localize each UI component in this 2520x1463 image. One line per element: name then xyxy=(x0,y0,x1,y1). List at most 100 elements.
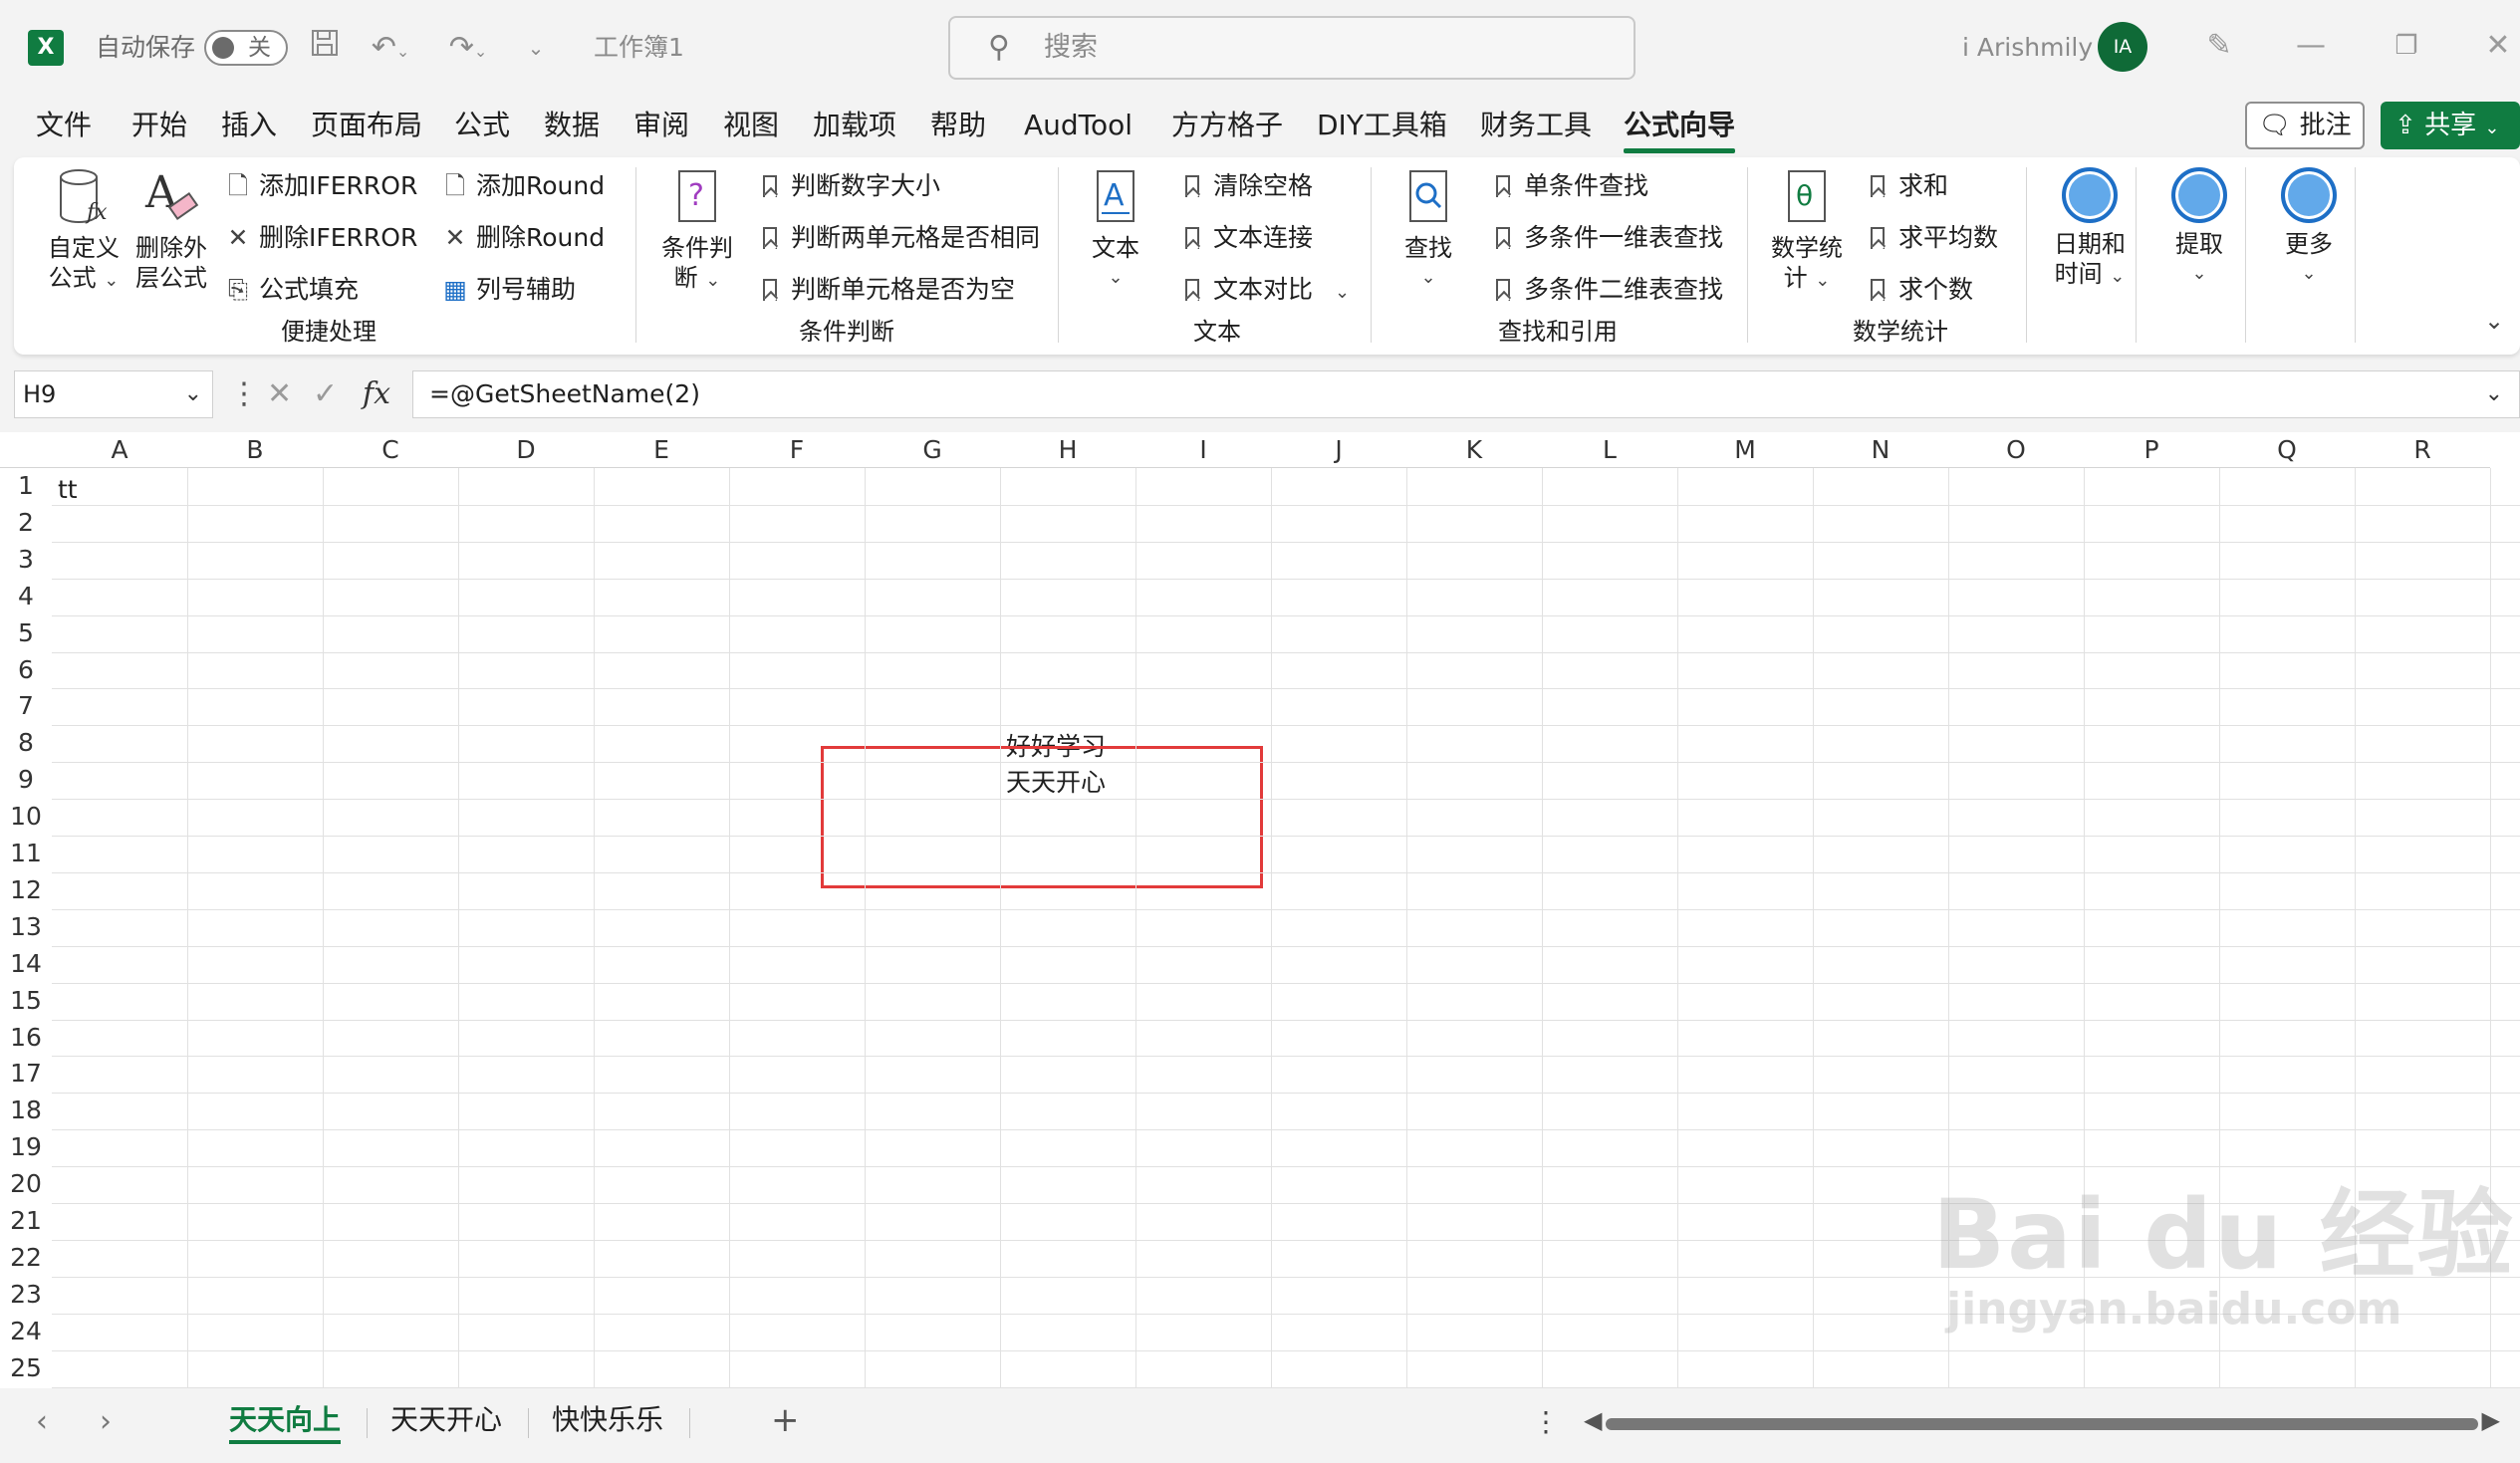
user-name[interactable]: i Arishmily xyxy=(1962,30,2093,66)
row-header-10[interactable]: 10 xyxy=(0,799,52,836)
row-header-15[interactable]: 15 xyxy=(0,982,52,1020)
sum-button[interactable]: 求和 xyxy=(1863,169,1948,203)
select-all-corner[interactable] xyxy=(0,432,52,468)
row-header-5[interactable]: 5 xyxy=(0,614,52,652)
row-header-25[interactable]: 25 xyxy=(0,1349,52,1387)
scrollbar-thumb[interactable] xyxy=(1606,1418,2478,1430)
tab-data[interactable]: 数据 xyxy=(544,106,600,145)
tab-formula-wizard[interactable]: 公式向导 xyxy=(1624,106,1736,153)
judge-cells-same-button[interactable]: 判断两单元格是否相同 xyxy=(755,221,1040,255)
formula-input[interactable]: =@GetSheetName(2) ⌄ xyxy=(412,370,2520,418)
column-header-Q[interactable]: Q xyxy=(2219,432,2355,468)
more-vert-icon[interactable]: ⋮ xyxy=(229,370,259,418)
add-iferror-button[interactable]: 🗋 添加IFERROR xyxy=(223,169,417,203)
tab-audtool[interactable]: AudTool xyxy=(1024,106,1133,145)
remove-outer-formula-button[interactable]: A 删除外 层公式 xyxy=(131,167,211,293)
column-header-B[interactable]: B xyxy=(187,432,323,468)
column-header-C[interactable]: C xyxy=(323,432,458,468)
tab-review[interactable]: 审阅 xyxy=(633,106,689,145)
tab-help[interactable]: 帮助 xyxy=(930,106,986,145)
enter-icon[interactable]: ✓ xyxy=(313,370,338,418)
row-header-14[interactable]: 14 xyxy=(0,945,52,983)
row-header-24[interactable]: 24 xyxy=(0,1313,52,1350)
text-compare-button[interactable]: 文本对比 ⌄ xyxy=(1177,273,1350,310)
clear-spaces-button[interactable]: 清除空格 xyxy=(1177,169,1313,203)
column-header-J[interactable]: J xyxy=(1271,432,1406,468)
tab-diy-toolbox[interactable]: DIY工具箱 xyxy=(1317,106,1447,145)
lookup-button[interactable]: 查找 ⌄ xyxy=(1392,167,1464,293)
text-button[interactable]: A 文本 ⌄ xyxy=(1080,167,1151,293)
delete-iferror-button[interactable]: ✕ 删除IFERROR xyxy=(223,221,418,255)
next-sheet-icon[interactable]: › xyxy=(100,1402,112,1442)
autosave-toggle[interactable]: 关 xyxy=(204,30,288,66)
row-header-2[interactable]: 2 xyxy=(0,504,52,542)
column-helper-button[interactable]: ▦ 列号辅助 xyxy=(440,273,576,307)
insert-function-icon[interactable]: fx xyxy=(363,370,390,418)
condition-button[interactable]: ? 条件判 断 ⌄ xyxy=(655,167,739,296)
row-header-8[interactable]: 8 xyxy=(0,725,52,763)
text-join-button[interactable]: 文本连接 xyxy=(1177,221,1313,255)
customize-qat-icon[interactable]: ⌄ xyxy=(518,28,554,68)
prev-sheet-icon[interactable]: ‹ xyxy=(36,1402,48,1442)
extract-button[interactable]: 提取 ⌄ xyxy=(2151,167,2247,289)
row-header-13[interactable]: 13 xyxy=(0,908,52,946)
row-header-7[interactable]: 7 xyxy=(0,688,52,726)
average-button[interactable]: 求平均数 xyxy=(1863,221,1998,255)
column-header-D[interactable]: D xyxy=(458,432,594,468)
row-header-19[interactable]: 19 xyxy=(0,1129,52,1167)
column-header-P[interactable]: P xyxy=(2084,432,2219,468)
row-header-3[interactable]: 3 xyxy=(0,541,52,579)
row-header-6[interactable]: 6 xyxy=(0,651,52,689)
row-header-20[interactable]: 20 xyxy=(0,1166,52,1203)
restore-icon[interactable]: ❐ xyxy=(2387,26,2426,66)
column-header-R[interactable]: R xyxy=(2355,432,2490,468)
tab-finance-tools[interactable]: 财务工具 xyxy=(1480,106,1592,145)
column-header-G[interactable]: G xyxy=(865,432,1000,468)
row-header-22[interactable]: 22 xyxy=(0,1239,52,1277)
tab-page-layout[interactable]: 页面布局 xyxy=(311,106,422,145)
share-button[interactable]: ⇪ 共享 ⌄ xyxy=(2381,102,2520,149)
column-header-K[interactable]: K xyxy=(1406,432,1542,468)
judge-number-size-button[interactable]: 判断数字大小 xyxy=(755,169,940,203)
expand-formula-icon[interactable]: ⌄ xyxy=(2485,371,2503,417)
custom-formula-button[interactable]: fx 自定义 公式 ⌄ xyxy=(44,167,124,296)
column-header-H[interactable]: H xyxy=(1000,432,1135,468)
delete-round-button[interactable]: ✕ 删除Round xyxy=(440,221,606,255)
row-header-9[interactable]: 9 xyxy=(0,762,52,800)
cell-A1[interactable]: tt xyxy=(58,472,78,508)
row-header-12[interactable]: 12 xyxy=(0,871,52,909)
undo-icon[interactable]: ↶⌄ xyxy=(361,28,420,68)
horizontal-scrollbar[interactable]: ◀ ▶ xyxy=(1584,1406,2500,1436)
sheet-tab-3[interactable]: 快快乐乐 xyxy=(552,1398,663,1442)
search-box[interactable]: ⚲ 搜索 xyxy=(948,16,1636,80)
pen-icon[interactable]: ✎ xyxy=(2199,26,2239,66)
column-header-E[interactable]: E xyxy=(594,432,729,468)
tab-ffgz[interactable]: 方方格子 xyxy=(1171,106,1283,145)
tab-home[interactable]: 开始 xyxy=(131,106,187,145)
column-header-I[interactable]: I xyxy=(1135,432,1271,468)
scroll-left-icon[interactable]: ◀ xyxy=(1584,1406,1602,1434)
judge-cell-empty-button[interactable]: 判断单元格是否为空 xyxy=(755,273,1015,307)
tab-addins[interactable]: 加载项 xyxy=(813,106,896,145)
more-vert-icon[interactable]: ⋮ xyxy=(1532,1402,1560,1442)
sheet-tab-2[interactable]: 天天开心 xyxy=(390,1398,502,1442)
column-header-N[interactable]: N xyxy=(1813,432,1948,468)
add-sheet-button[interactable]: + xyxy=(771,1398,800,1442)
column-header-O[interactable]: O xyxy=(1948,432,2084,468)
column-header-L[interactable]: L xyxy=(1542,432,1677,468)
minimize-icon[interactable]: — xyxy=(2291,26,2331,66)
row-header-17[interactable]: 17 xyxy=(0,1056,52,1094)
cancel-icon[interactable]: ✕ xyxy=(267,370,292,418)
collapse-ribbon-icon[interactable]: ⌄ xyxy=(2484,307,2504,335)
multi-1d-lookup-button[interactable]: 多条件一维表查找 xyxy=(1488,221,1723,255)
multi-2d-lookup-button[interactable]: 多条件二维表查找 xyxy=(1488,273,1723,307)
tab-file[interactable]: 文件 xyxy=(36,106,92,145)
tab-view[interactable]: 视图 xyxy=(723,106,779,145)
row-header-16[interactable]: 16 xyxy=(0,1019,52,1057)
row-header-1[interactable]: 1 xyxy=(0,468,52,505)
tab-formulas[interactable]: 公式 xyxy=(454,106,510,145)
save-icon[interactable] xyxy=(305,28,345,68)
column-header-F[interactable]: F xyxy=(729,432,865,468)
row-header-23[interactable]: 23 xyxy=(0,1276,52,1314)
row-header-11[interactable]: 11 xyxy=(0,836,52,872)
